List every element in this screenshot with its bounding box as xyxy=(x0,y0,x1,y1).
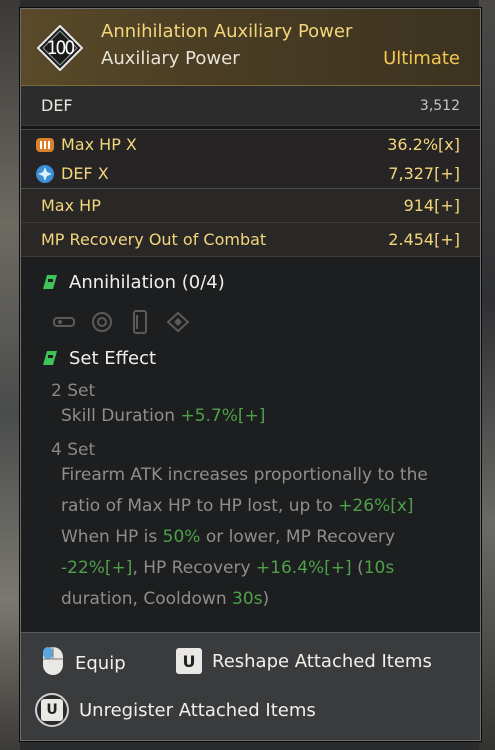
sub-stat-label: DEF X xyxy=(61,164,109,183)
set-mark-icon xyxy=(41,273,59,291)
max-hp-icon xyxy=(35,135,55,155)
item-rarity: Ultimate xyxy=(383,48,460,69)
weapon-part-icon xyxy=(51,309,77,335)
extra-stat-row: MP Recovery Out of Combat 2.454[+] xyxy=(21,223,480,257)
item-type: Auxiliary Power xyxy=(101,48,240,69)
four-set-effect: Firearm ATK increases proportionally to … xyxy=(61,465,428,609)
sub-stat-value: 36.2%[x] xyxy=(387,135,460,154)
unregister-button[interactable]: U Unregister Attached Items xyxy=(35,693,316,727)
u-key-icon: U xyxy=(176,648,202,674)
set-slots xyxy=(51,307,460,337)
body-part-icon xyxy=(127,309,153,335)
extra-stat-row: Max HP 914[+] xyxy=(21,189,480,223)
mouse-icon xyxy=(41,645,65,682)
base-stat-value: 3,512 xyxy=(419,97,460,114)
sub-stat-label: Max HP X xyxy=(61,135,137,154)
item-name: Annihilation Auxiliary Power xyxy=(101,21,353,42)
sub-stat-row: Max HP X 36.2%[x] xyxy=(21,130,480,159)
item-tooltip: 100 Annihilation Auxiliary Power Auxilia… xyxy=(20,8,481,741)
diamond-part-icon xyxy=(165,309,191,335)
equip-button[interactable]: Equip xyxy=(41,645,126,682)
set-title-text: Annihilation (0/4) xyxy=(69,271,225,293)
equip-label: Equip xyxy=(75,653,126,674)
set-title: Annihilation (0/4) xyxy=(41,267,460,297)
extra-stat-label: Max HP xyxy=(41,196,101,215)
gear-part-icon xyxy=(89,309,115,335)
two-set-effect: Skill Duration +5.7%[+] xyxy=(61,406,266,426)
def-icon xyxy=(35,164,55,184)
set-section: Annihilation (0/4) Set Effect 2 Set Skil… xyxy=(21,257,480,615)
sub-stat-value: 7,327[+] xyxy=(388,164,460,183)
action-footer: Equip U Reshape Attached Items U Unregis… xyxy=(21,632,480,740)
background-left xyxy=(0,0,20,750)
sub-stat-row: DEF X 7,327[+] xyxy=(21,159,480,188)
sub-stats: Max HP X 36.2%[x] DEF X 7,327[+] xyxy=(21,129,480,189)
level-badge: 100 xyxy=(37,25,83,71)
tooltip-header: 100 Annihilation Auxiliary Power Auxilia… xyxy=(21,9,480,86)
four-set-label: 4 Set xyxy=(51,440,96,460)
extra-stat-value: 914[+] xyxy=(403,196,460,215)
set-effect-title: Set Effect xyxy=(41,343,460,373)
set-effect-title-text: Set Effect xyxy=(69,347,157,369)
reshape-button[interactable]: U Reshape Attached Items xyxy=(176,648,432,674)
two-set-label: 2 Set xyxy=(51,381,96,401)
extra-stat-value: 2.454[+] xyxy=(388,230,460,249)
base-stat-label: DEF xyxy=(41,96,73,115)
item-level: 100 xyxy=(46,37,76,59)
background-right xyxy=(479,0,495,750)
two-set-value: +5.7%[+] xyxy=(180,406,266,426)
hold-u-key-icon: U xyxy=(35,693,69,727)
extra-stat-label: MP Recovery Out of Combat xyxy=(41,230,267,249)
unregister-label: Unregister Attached Items xyxy=(79,699,316,721)
set-mark-icon xyxy=(41,349,59,367)
base-stat-row: DEF 3,512 xyxy=(21,86,480,126)
reshape-label: Reshape Attached Items xyxy=(212,650,432,672)
